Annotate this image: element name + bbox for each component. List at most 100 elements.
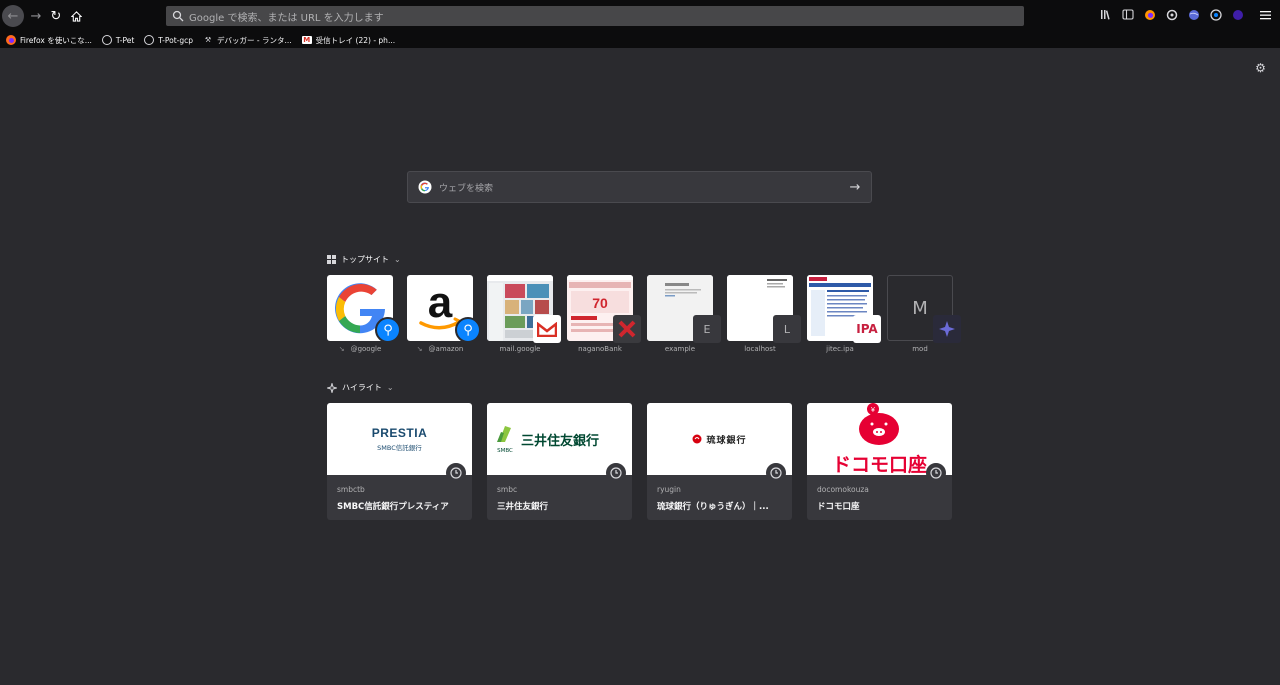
firefox-icon bbox=[6, 35, 16, 45]
home-button[interactable] bbox=[66, 6, 86, 26]
wrench-icon: ⚒ bbox=[204, 36, 212, 44]
bookmark-t-pet[interactable]: T-Pet bbox=[101, 35, 135, 45]
prestia-logo: PRESTIA SMBC信託銀行 bbox=[372, 426, 428, 452]
top-site-mail-google[interactable]: mail.google bbox=[487, 275, 561, 353]
highlight-host: docomokouza bbox=[817, 485, 869, 494]
top-site-label: example bbox=[664, 345, 696, 353]
highlight-host: ryugin bbox=[657, 485, 681, 494]
svg-text:¥: ¥ bbox=[871, 407, 875, 414]
top-site-amazon[interactable]: a ⚲ ↘ @amazon bbox=[407, 275, 481, 353]
back-button[interactable]: ← bbox=[2, 5, 24, 27]
highlight-host: smbctb bbox=[337, 485, 365, 494]
svg-text:a: a bbox=[428, 278, 453, 327]
highlights-title: ハイライト bbox=[342, 383, 382, 392]
globe-icon bbox=[144, 35, 155, 45]
purple-extension-icon[interactable] bbox=[1231, 8, 1244, 21]
bookmark-t-pot-gcp[interactable]: T-Pot-gcp bbox=[144, 35, 193, 45]
library-icon[interactable] bbox=[1099, 8, 1112, 21]
highlight-thumbnail: PRESTIA SMBC信託銀行 bbox=[327, 403, 472, 483]
bookmark-label: 受信トレイ (22) - ph... bbox=[315, 35, 396, 45]
search-submit-button[interactable]: → bbox=[839, 172, 871, 202]
clock-icon bbox=[446, 463, 466, 483]
bookmark-label: T-Pet bbox=[115, 35, 135, 45]
bookmark-label: デバッガー - ランタ... bbox=[217, 35, 292, 45]
highlights-sparkle-icon bbox=[327, 382, 337, 393]
bookmarks-toolbar: Firefox を使いこな... T-Pet T-Pot-gcp ⚒ デバッガー… bbox=[0, 32, 1280, 48]
google-logo-icon bbox=[418, 180, 432, 194]
top-site-label: jitec.ipa bbox=[826, 345, 854, 353]
top-site-label: localhost bbox=[744, 345, 776, 353]
firefox-account-icon[interactable] bbox=[1143, 8, 1156, 21]
top-site-label-text: @amazon bbox=[428, 345, 464, 353]
top-sites-title: トップサイト bbox=[341, 255, 389, 264]
settings-gear-icon[interactable]: ⚙ bbox=[1254, 62, 1267, 75]
chevron-down-icon: ⌄ bbox=[394, 255, 401, 264]
highlight-thumbnail: SMBC 三井住友銀行 bbox=[487, 403, 632, 483]
letter-favicon-icon: L bbox=[773, 315, 801, 343]
top-site-label: ↘ @amazon bbox=[407, 345, 473, 353]
vpn-globe-icon[interactable] bbox=[1187, 8, 1200, 21]
bookmark-firefox[interactable]: Firefox を使いこな... bbox=[6, 35, 92, 46]
top-site-label: mail.google bbox=[499, 345, 541, 353]
gmail-icon: M bbox=[301, 36, 312, 44]
highlight-title: SMBC信託銀行プレスティア bbox=[337, 502, 449, 512]
highlight-thumbnail: 琉球銀行 bbox=[647, 403, 792, 483]
chevron-down-icon: ⌄ bbox=[386, 383, 394, 392]
bookmark-label: Firefox を使いこな... bbox=[20, 35, 92, 45]
highlight-card-ryugin[interactable]: 琉球銀行 ryugin 琉球銀行（りゅうぎん）｜... bbox=[647, 403, 792, 520]
search-icon bbox=[172, 10, 184, 22]
naganobank-favicon-icon bbox=[613, 315, 641, 343]
highlight-card-smbc[interactable]: SMBC 三井住友銀行 smbc 三井住友銀行 bbox=[487, 403, 632, 520]
search-placeholder: ウェブを検索 bbox=[439, 183, 494, 194]
ryugin-mark-icon bbox=[692, 434, 702, 444]
shield-extension-icon[interactable] bbox=[1209, 8, 1222, 21]
smbc-logo: SMBC 三井住友銀行 bbox=[495, 424, 599, 454]
top-site-google[interactable]: ⚲ ↘ @google bbox=[327, 275, 401, 353]
letter-favicon-icon: E bbox=[693, 315, 721, 343]
top-site-naganobank[interactable]: 70 naganoBank bbox=[567, 275, 641, 353]
mod-favicon-icon bbox=[933, 315, 961, 343]
home-icon bbox=[70, 10, 82, 22]
svg-text:70: 70 bbox=[592, 295, 608, 311]
bookmark-gmail-inbox[interactable]: M 受信トレイ (22) - ph... bbox=[301, 35, 396, 46]
highlight-card-smbctb[interactable]: PRESTIA SMBC信託銀行 smbctb SMBC信託銀行プレスティア bbox=[327, 403, 472, 520]
forward-arrow-icon: → bbox=[30, 8, 42, 24]
logo-subtext: SMBC信託銀行 bbox=[377, 444, 422, 452]
clock-icon bbox=[606, 463, 626, 483]
highlight-card-docomokouza[interactable]: ¥ ドコモ口座 docomokouza ドコモ口座 bbox=[807, 403, 952, 520]
logo-text: ドコモ口座 bbox=[831, 454, 927, 476]
top-site-mod[interactable]: M mod bbox=[887, 275, 961, 353]
extension-puzzle-icon[interactable] bbox=[1165, 8, 1178, 21]
pin-icon: ↘ bbox=[338, 345, 345, 353]
gmail-favicon-icon bbox=[533, 315, 561, 343]
clock-icon bbox=[926, 463, 946, 483]
logo-text: PRESTIA bbox=[371, 426, 428, 440]
grid-icon bbox=[327, 255, 336, 264]
navigation-toolbar: ← → ↻ Google で検索、または URL を入力します bbox=[0, 0, 1280, 32]
top-site-jitec-ipa[interactable]: IPA jitec.ipa bbox=[807, 275, 881, 353]
web-search-box[interactable]: ウェブを検索 → bbox=[407, 171, 872, 203]
reload-button[interactable]: ↻ bbox=[46, 6, 66, 26]
search-shortcut-badge-icon: ⚲ bbox=[455, 317, 481, 343]
url-bar[interactable]: Google で検索、または URL を入力します bbox=[166, 6, 1024, 26]
pin-icon: ↘ bbox=[416, 345, 423, 353]
top-sites-header[interactable]: トップサイト ⌄ bbox=[327, 254, 401, 265]
top-site-example[interactable]: E example bbox=[647, 275, 721, 353]
top-site-label: naganoBank bbox=[578, 345, 622, 353]
top-site-localhost[interactable]: L localhost bbox=[727, 275, 801, 353]
sidebar-icon[interactable] bbox=[1121, 8, 1134, 21]
bookmark-label: T-Pot-gcp bbox=[158, 35, 194, 45]
ipa-favicon-icon: IPA bbox=[853, 315, 881, 343]
arrow-right-icon: → bbox=[849, 179, 861, 195]
highlight-thumbnail: ¥ ドコモ口座 bbox=[807, 403, 952, 483]
forward-button[interactable]: → bbox=[26, 6, 46, 26]
bookmark-debugger[interactable]: ⚒ デバッガー - ランタ... bbox=[203, 35, 292, 46]
url-bar-placeholder: Google で検索、または URL を入力します bbox=[189, 12, 384, 24]
hamburger-menu-icon[interactable] bbox=[1259, 8, 1272, 21]
logo-subtext: SMBC bbox=[497, 448, 513, 454]
highlight-title: ドコモ口座 bbox=[817, 502, 860, 512]
clock-icon bbox=[766, 463, 786, 483]
top-site-label: ↘ @google bbox=[327, 345, 393, 353]
top-site-label-text: @google bbox=[350, 345, 382, 353]
highlights-header[interactable]: ハイライト ⌄ bbox=[327, 382, 394, 393]
